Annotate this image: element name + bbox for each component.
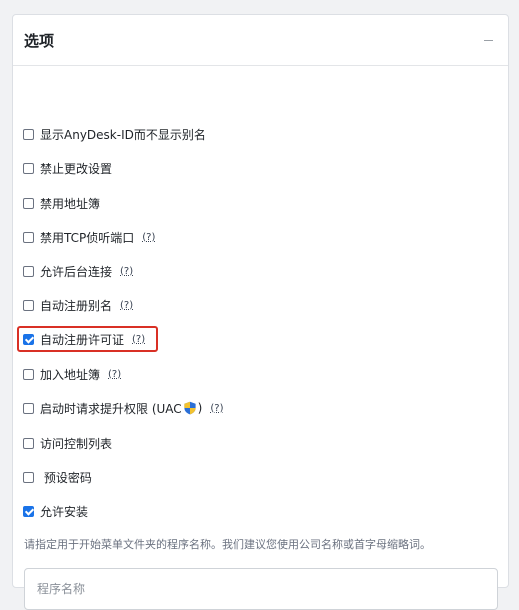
option-register-license[interactable]: 自动注册许可证 (?) [23,329,145,349]
option-elevation[interactable]: 启动时请求提升权限 (UAC ) (?) [23,398,223,418]
checkbox[interactable] [23,265,34,277]
help-link[interactable]: (?) [120,266,133,277]
checkbox-checked[interactable] [23,333,34,345]
checkbox[interactable] [23,162,34,174]
option-background-connection[interactable]: 允许后台连接 (?) [23,261,133,281]
help-link[interactable]: (?) [142,232,155,243]
option-label: 自动注册别名 [40,298,113,313]
checkbox[interactable] [23,471,34,483]
option-label: 允许后台连接 [40,264,113,279]
option-join-addressbook[interactable]: 加入地址簿 (?) [23,364,121,384]
help-link[interactable]: (?) [132,334,145,345]
checkbox[interactable] [23,402,34,414]
option-label: 加入地址簿 [40,367,101,382]
option-label: 禁止更改设置 [40,161,113,176]
option-label: 自动注册许可证 [40,332,125,347]
checkbox-checked[interactable] [23,505,34,517]
program-name-hint: 请指定用于开始菜单文件夹的程序名称。我们建议您使用公司名称或首字母缩略词。 [24,538,431,551]
program-name-input[interactable] [24,568,498,610]
option-label: 允许安装 [40,504,89,519]
option-label: 启动时请求提升权限 (UAC [40,401,182,416]
option-disable-settings[interactable]: 禁止更改设置 [23,158,112,178]
option-register-alias[interactable]: 自动注册别名 (?) [23,295,133,315]
panel-header: 选项 [13,15,508,66]
checkbox[interactable] [23,437,34,449]
option-label: 禁用地址簿 [40,196,101,211]
help-link[interactable]: (?) [120,300,133,311]
checkbox[interactable] [23,368,34,380]
checkbox[interactable] [23,299,34,311]
checkbox[interactable] [23,231,34,243]
minus-icon[interactable] [482,34,494,46]
option-label: 预设密码 [40,470,92,485]
help-link[interactable]: (?) [210,403,223,414]
option-show-id[interactable]: 显示AnyDesk-ID而不显示别名 [23,124,206,144]
checkbox[interactable] [23,197,34,209]
help-link[interactable]: (?) [108,369,121,380]
option-label: 禁用TCP侦听端口 [40,230,135,245]
option-disable-addressbook[interactable]: 禁用地址簿 [23,193,100,213]
option-allow-install[interactable]: 允许安装 [23,501,88,521]
checkbox[interactable] [23,128,34,140]
panel-title: 选项 [24,31,55,50]
option-label: 访问控制列表 [40,436,113,451]
uac-shield-icon [184,401,196,415]
option-label-suffix: ) [197,401,203,415]
option-disable-tcp[interactable]: 禁用TCP侦听端口 (?) [23,227,155,247]
option-access-control[interactable]: 访问控制列表 [23,433,112,453]
option-label: 显示AnyDesk-ID而不显示别名 [40,127,206,142]
options-panel: 选项 显示AnyDesk-ID而不显示别名 禁止更改设置 禁用地址簿 禁用TCP… [12,14,509,610]
option-preset-password[interactable]: 预设密码 [23,467,92,487]
